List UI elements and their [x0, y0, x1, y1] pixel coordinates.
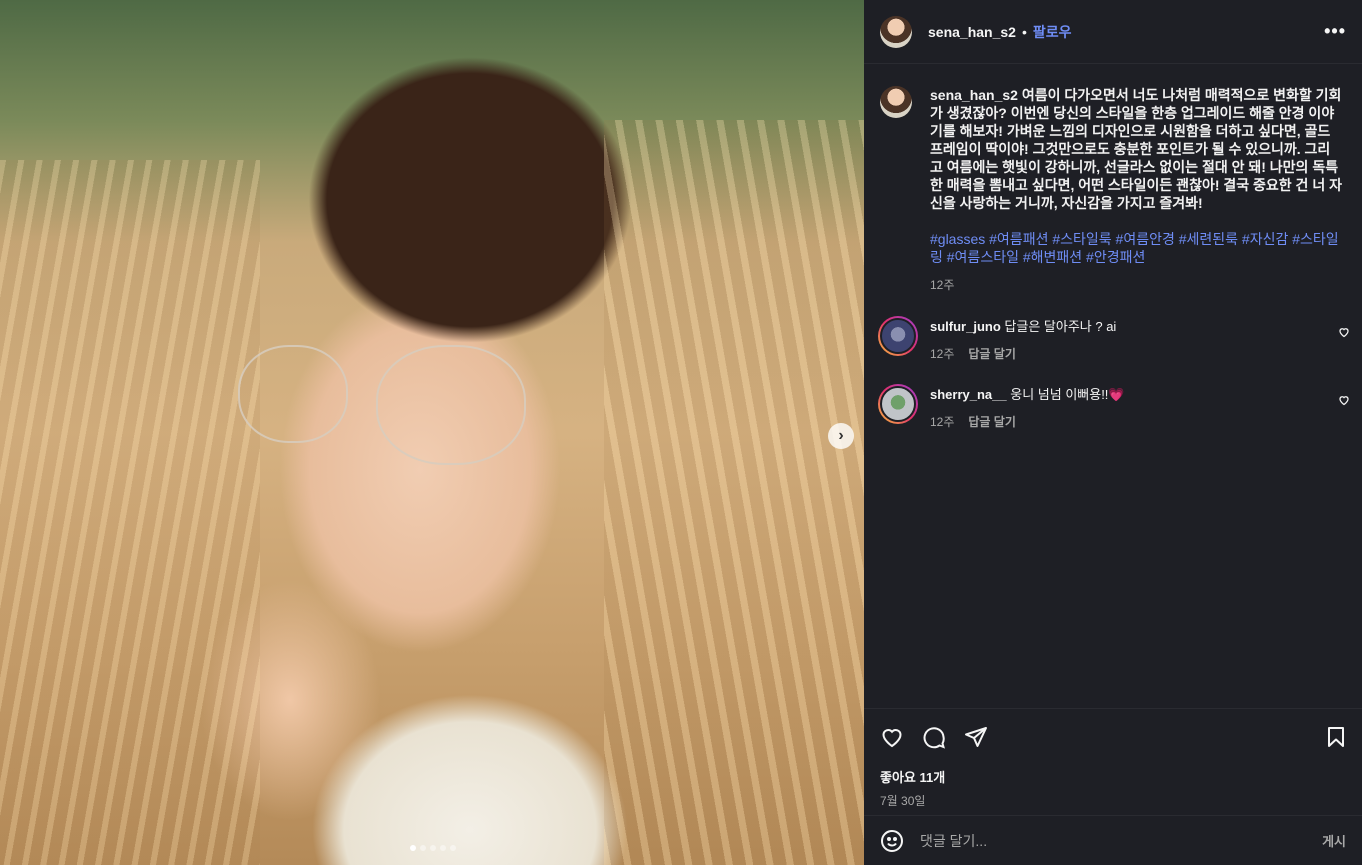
action-bar: 좋아요 11개 7월 30일: [864, 708, 1362, 808]
caption-hashtags[interactable]: #glasses #여름패션 #스타일룩 #여름안경 #세련된룩 #자신감 #스…: [930, 230, 1342, 266]
share-icon[interactable]: [964, 725, 988, 749]
post-date: 7월 30일: [880, 794, 926, 808]
caption-text: 여름이 다가오면서 너도 나처럼 매력적으로 변화할 기회가 생겼잖아? 이번엔…: [930, 87, 1342, 211]
carousel-dot: [430, 845, 436, 851]
comment-like-button[interactable]: [1338, 326, 1350, 341]
post-comment-button[interactable]: 게시: [1322, 831, 1346, 850]
bookmark-icon[interactable]: [1324, 725, 1348, 749]
follow-button[interactable]: 팔로우: [1033, 22, 1072, 42]
separator-dot: •: [1021, 23, 1027, 40]
comment-item: sulfur_juno 답글은 달아주나 ? ai 12주 답글 달기: [864, 316, 1362, 362]
emoji-icon[interactable]: [880, 829, 904, 853]
comment-text: 웅니 넘넘 이뻐용!!💗: [1010, 387, 1125, 402]
carousel-dot: [450, 845, 456, 851]
more-options-button[interactable]: •••: [1324, 21, 1346, 42]
commenter-username[interactable]: sherry_na__: [930, 387, 1007, 402]
comment-icon[interactable]: [922, 725, 946, 749]
grass-left-decoration: [0, 160, 260, 865]
author-avatar[interactable]: [880, 15, 912, 48]
like-icon[interactable]: [880, 725, 904, 749]
carousel-dot: [440, 845, 446, 851]
post-image[interactable]: ›: [0, 0, 864, 865]
commenter-username[interactable]: sulfur_juno: [930, 319, 1001, 334]
commenter-avatar[interactable]: [878, 316, 918, 356]
comment-time[interactable]: 12주: [930, 345, 954, 362]
carousel-next-button[interactable]: ›: [828, 423, 854, 449]
heart-icon: [1339, 328, 1349, 338]
grass-right-decoration: [604, 120, 864, 865]
carousel-dot: [420, 845, 426, 851]
comment-composer: 게시: [864, 815, 1362, 865]
reply-button[interactable]: 답글 달기: [968, 345, 1016, 362]
post-header: sena_han_s2 • 팔로우 •••: [864, 0, 1362, 64]
comment-text: 답글은 달아주나 ? ai: [1004, 319, 1117, 334]
author-username[interactable]: sena_han_s2: [928, 24, 1016, 40]
chevron-right-icon: ›: [838, 427, 844, 444]
caption: sena_han_s2 여름이 다가오면서 너도 나처럼 매력적으로 변화할 기…: [864, 64, 1362, 294]
comment-time[interactable]: 12주: [930, 413, 954, 430]
carousel-dot: [410, 845, 416, 851]
post-side-panel: sena_han_s2 • 팔로우 ••• sena_han_s2 여름이 다가…: [864, 0, 1362, 865]
glasses-decoration: [238, 345, 538, 470]
caption-avatar[interactable]: [880, 86, 912, 118]
heart-icon: [1339, 396, 1349, 406]
more-icon: •••: [1324, 21, 1346, 41]
caption-username[interactable]: sena_han_s2: [930, 87, 1018, 103]
carousel-dots: [410, 845, 456, 851]
reply-button[interactable]: 답글 달기: [968, 413, 1016, 430]
comment-like-button[interactable]: [1338, 394, 1350, 409]
caption-time[interactable]: 12주: [930, 276, 1342, 294]
commenter-avatar[interactable]: [878, 384, 918, 424]
like-count[interactable]: 좋아요 11개: [880, 767, 1346, 786]
comment-input[interactable]: [920, 832, 1323, 849]
comment-item: sherry_na__ 웅니 넘넘 이뻐용!!💗 12주 답글 달기: [864, 384, 1362, 430]
